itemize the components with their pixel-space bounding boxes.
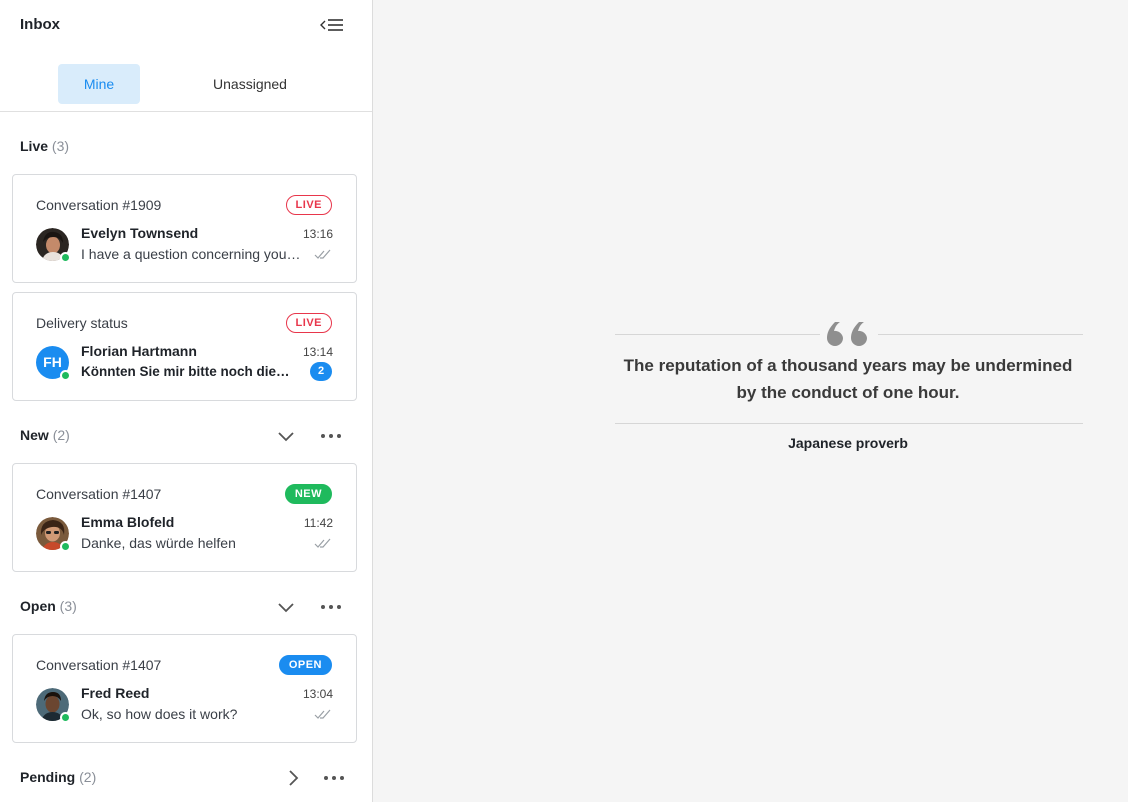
divider <box>878 334 1083 335</box>
message-preview: Könnten Sie mir bitte noch die Sendungsn… <box>81 364 293 379</box>
status-badge: NEW <box>284 484 332 504</box>
message-preview: Ok, so how does it work? <box>81 706 238 722</box>
collapse-section-button[interactable] <box>274 425 298 447</box>
conversation-placeholder-panel: The reputation of a thousand years may b… <box>374 0 1128 802</box>
double-check-icon <box>314 538 331 548</box>
section-open-header[interactable]: Open (3) <box>20 596 356 618</box>
chevron-down-icon <box>278 603 294 613</box>
chevron-down-icon <box>278 432 294 442</box>
section-label: Live <box>20 138 49 154</box>
section-label: New <box>20 427 49 443</box>
conversation-subject: Conversation #1407 <box>36 486 162 502</box>
message-preview: Danke, das würde helfen <box>81 535 236 551</box>
conversation-card[interactable]: Conversation #1407 NEW Emma Blofeld 11:4… <box>12 463 357 572</box>
contact-name: Florian Hartmann <box>81 343 197 359</box>
collapse-sidebar-button[interactable] <box>318 14 346 36</box>
more-horizontal-icon <box>324 776 344 780</box>
message-time: 13:14 <box>302 345 333 359</box>
online-indicator <box>60 252 71 263</box>
section-more-button[interactable] <box>322 767 346 789</box>
conversation-card[interactable]: Conversation #1909 LIVE Evelyn Townsend … <box>12 174 357 283</box>
section-more-button[interactable] <box>319 425 343 447</box>
section-label: Pending <box>20 769 76 785</box>
message-time: 13:16 <box>302 227 333 241</box>
status-badge: OPEN <box>278 655 332 675</box>
inbox-sidebar: Inbox Mine Unassigned Live (3) Conversat… <box>0 0 373 802</box>
more-horizontal-icon <box>321 434 341 438</box>
unread-count-badge: 2 <box>310 362 332 381</box>
conversation-subject: Delivery status <box>36 315 128 331</box>
section-count: (2) <box>79 769 97 785</box>
message-time: 11:42 <box>303 516 333 530</box>
status-badge: LIVE <box>285 195 332 215</box>
more-horizontal-icon <box>321 605 341 609</box>
section-count: (2) <box>52 427 70 443</box>
conversation-card[interactable]: Delivery status LIVE FH Florian Hartmann… <box>12 292 357 401</box>
tab-mine[interactable]: Mine <box>58 64 140 104</box>
online-indicator <box>60 541 71 552</box>
section-live-header[interactable]: Live (3) <box>20 136 356 158</box>
chevron-right-icon <box>289 770 299 786</box>
inbox-title: Inbox <box>20 16 60 33</box>
online-indicator <box>60 370 71 381</box>
section-count: (3) <box>59 598 77 614</box>
section-count: (3) <box>51 138 70 154</box>
contact-name: Evelyn Townsend <box>81 225 199 241</box>
conversation-card[interactable]: Conversation #1407 OPEN Fred Reed 13:04 … <box>12 634 357 743</box>
section-pending-header[interactable]: Pending (2) <box>20 767 356 789</box>
tab-unassigned[interactable]: Unassigned <box>194 64 306 104</box>
quote-author: Japanese proverb <box>788 435 908 451</box>
collapse-section-button[interactable] <box>274 596 298 618</box>
double-check-icon <box>314 249 331 259</box>
contact-name: Emma Blofeld <box>81 514 175 530</box>
divider <box>615 334 820 335</box>
section-label: Open <box>20 598 56 614</box>
inbox-tabs: Mine Unassigned <box>0 62 372 112</box>
message-time: 13:04 <box>302 687 333 701</box>
quote-text: The reputation of a thousand years may b… <box>623 356 1073 402</box>
conversation-subject: Conversation #1407 <box>36 657 162 673</box>
section-more-button[interactable] <box>319 596 343 618</box>
quote-icon <box>827 322 867 346</box>
collapse-sidebar-icon <box>320 19 343 31</box>
status-badge: LIVE <box>285 313 332 333</box>
section-new-header[interactable]: New (2) <box>20 425 356 447</box>
double-check-icon <box>314 709 331 719</box>
conversation-subject: Conversation #1909 <box>36 197 162 213</box>
divider <box>615 423 1083 424</box>
online-indicator <box>60 712 71 723</box>
expand-section-button[interactable] <box>281 767 305 789</box>
contact-name: Fred Reed <box>81 685 150 701</box>
sidebar-header: Inbox <box>0 0 372 50</box>
message-preview: I have a question concerning your produc… <box>81 246 301 262</box>
